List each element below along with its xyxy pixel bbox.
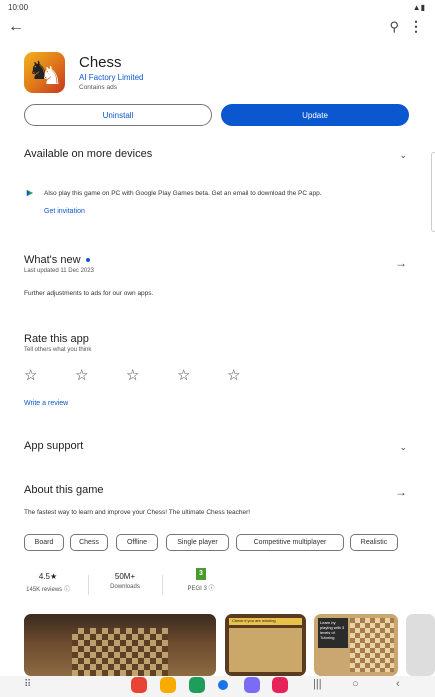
screenshot-3d-board[interactable]: [24, 614, 216, 676]
contains-ads-label: Contains ads: [79, 84, 117, 91]
more-devices-title[interactable]: Available on more devices: [24, 148, 152, 160]
chevron-down-icon[interactable]: ⌄: [399, 442, 407, 453]
screenshot-tutoring[interactable]: Learn by playing with 3 levels of Tutori…: [314, 614, 398, 676]
rating-stat: 4.5★ 145K reviews ⓘ: [24, 572, 72, 593]
star-outline-icon[interactable]: ☆: [177, 366, 190, 384]
stat-divider: [162, 575, 163, 595]
top-app-bar: ← ⚲ ⋮: [0, 16, 435, 42]
chip-competitive-multiplayer[interactable]: Competitive multiplayer: [236, 534, 344, 551]
chip-realistic[interactable]: Realistic: [350, 534, 398, 551]
system-navbar: ⠿ ||| ○ ‹: [0, 676, 435, 697]
dock-app-icon[interactable]: [160, 677, 176, 693]
side-panel-handle[interactable]: [431, 152, 435, 232]
new-dot-icon: [85, 258, 90, 263]
status-bar: 10:00 ▲▮: [0, 0, 435, 16]
pegi-label: PEGI 3 ⓘ: [187, 586, 215, 592]
downloads-stat: 50M+ Downloads: [102, 572, 148, 590]
uninstall-button[interactable]: Uninstall: [24, 104, 212, 126]
screenshot-board: [350, 618, 394, 672]
back-nav-icon[interactable]: ‹: [396, 678, 400, 690]
pegi-stat: 3 PEGI 3 ⓘ: [178, 568, 224, 592]
star-outline-icon[interactable]: ☆: [126, 366, 139, 384]
home-icon[interactable]: ○: [352, 678, 359, 690]
about-game-text: The fastest way to learn and improve you…: [24, 509, 251, 516]
stat-divider: [88, 575, 89, 595]
get-invitation-link[interactable]: Get invitation: [44, 208, 85, 215]
whats-new-text: Further adjustments to ads for our own a…: [24, 290, 154, 297]
screenshot-caption: Check if you are winning: [229, 618, 302, 625]
chip-single-player[interactable]: Single player: [166, 534, 229, 551]
whats-new-title[interactable]: What's new: [24, 254, 90, 266]
developer-link[interactable]: AI Factory Limited: [79, 73, 143, 82]
status-time: 10:00: [8, 3, 29, 12]
rate-app-subtitle: Tell others what you think: [24, 347, 92, 353]
chip-offline[interactable]: Offline: [116, 534, 158, 551]
star-outline-icon[interactable]: ☆: [227, 366, 240, 384]
screenshot-caption: Learn by playing with 3 levels of Tutori…: [318, 618, 348, 648]
screenshot-next[interactable]: [406, 614, 435, 676]
signal-battery-icon: ▲▮: [412, 3, 425, 12]
chip-chess[interactable]: Chess: [70, 534, 108, 551]
pc-games-text: Also play this game on PC with Google Pl…: [44, 190, 322, 197]
write-review-link[interactable]: Write a review: [24, 400, 68, 407]
dock-app-icon[interactable]: [189, 677, 205, 693]
screenshot-winning[interactable]: Check if you are winning: [225, 614, 306, 676]
app-title: Chess: [79, 54, 122, 71]
rating-value: 4.5★: [38, 572, 58, 581]
about-game-title[interactable]: About this game: [24, 484, 104, 496]
downloads-value: 50M+: [114, 572, 136, 581]
dock-app-icon[interactable]: [131, 677, 147, 693]
back-arrow-icon[interactable]: ←: [8, 18, 24, 36]
screenshot-board: [229, 628, 302, 672]
arrow-right-icon[interactable]: →: [395, 256, 407, 270]
recents-icon[interactable]: |||: [313, 678, 322, 690]
chess-board-image: [72, 628, 168, 676]
star-outline-icon[interactable]: ☆: [75, 366, 88, 384]
apps-grid-icon[interactable]: ⠿: [24, 679, 31, 690]
star-outline-icon[interactable]: ☆: [24, 366, 37, 384]
dock-app-icon[interactable]: [218, 680, 228, 690]
rate-app-title: Rate this app: [24, 333, 89, 345]
app-icon: ♞ ♞: [24, 52, 65, 93]
more-options-icon[interactable]: ⋮: [409, 18, 423, 35]
google-play-games-icon: [26, 189, 34, 197]
search-icon[interactable]: ⚲: [389, 19, 399, 35]
last-updated-label: Last updated 11 Dec 2023: [24, 268, 94, 274]
arrow-right-icon[interactable]: →: [395, 485, 407, 499]
reviews-count: 145K reviews ⓘ: [26, 587, 70, 593]
chevron-down-icon[interactable]: ⌄: [399, 150, 407, 161]
pegi-badge-icon: 3: [196, 568, 206, 580]
whats-new-label: What's new: [24, 254, 81, 266]
app-support-title[interactable]: App support: [24, 440, 83, 452]
chip-board[interactable]: Board: [24, 534, 64, 551]
update-button[interactable]: Update: [221, 104, 409, 126]
dock-app-icon[interactable]: [272, 677, 288, 693]
dock-app-icon[interactable]: [244, 677, 260, 693]
downloads-label: Downloads: [110, 584, 140, 590]
